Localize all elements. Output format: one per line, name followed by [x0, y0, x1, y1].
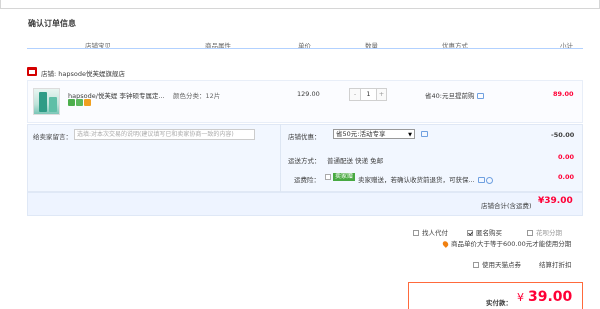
shipping-price: 0.00: [558, 153, 575, 161]
seller-message-input[interactable]: 选填:对本次交易的说明(建议填写已和卖家协商一致的内容): [74, 129, 255, 140]
anonymous-checkbox[interactable]: [467, 230, 473, 236]
order-item-row: [27, 80, 583, 123]
options-divider: [280, 124, 281, 192]
qty-plus-button[interactable]: +: [377, 89, 386, 100]
service-badge-icon[interactable]: [76, 99, 83, 106]
pay-label: 实付款：: [486, 299, 512, 307]
shop-name-link[interactable]: 店铺: hapsode悦芙媞旗舰店: [41, 68, 125, 78]
quantity-stepper: - 1 +: [349, 88, 387, 101]
insurance-description: 卖家赠送，若确认收货前退货，可获保...: [358, 174, 493, 184]
installment-option[interactable]: 花呗分期: [527, 227, 562, 237]
service-badge-icon[interactable]: [84, 99, 91, 106]
insurance-price: 0.00: [558, 173, 575, 181]
installment-checkbox[interactable]: [527, 230, 533, 236]
qty-minus-button[interactable]: -: [350, 89, 360, 100]
friend-pay-option[interactable]: 找人代付: [413, 227, 448, 237]
service-badges: [68, 99, 91, 106]
store-discount-select[interactable]: 省50元:活动专享 ▼: [333, 129, 415, 139]
chat-icon[interactable]: [477, 93, 485, 99]
points-label: 使用天猫点券: [482, 261, 521, 269]
discount-note: 省40:元旦提前购: [425, 90, 485, 100]
store-total-value: ¥39.00: [538, 196, 573, 206]
points-checkbox[interactable]: [473, 262, 479, 268]
product-thumbnail[interactable]: [33, 88, 60, 115]
store-discount-value: -50.00: [551, 131, 575, 139]
chat-icon[interactable]: [477, 177, 485, 183]
shipping-method: 普通配送 快递 免邮: [327, 157, 384, 165]
top-panel: [0, 0, 600, 9]
installment-label: 花呗分期: [536, 229, 562, 237]
installment-tip-text: 商品单价大于等于600.00元才能使用分期: [451, 240, 572, 248]
pay-currency: ¥: [517, 291, 524, 304]
store-discount-label: 店铺优惠：: [288, 133, 321, 141]
points-option[interactable]: 使用天猫点券: [473, 259, 521, 269]
service-badge-icon[interactable]: [68, 99, 75, 106]
installment-tip: 商品单价大于等于600.00元才能使用分期: [441, 238, 572, 248]
insurance-tag: 卖家赠: [333, 173, 356, 181]
store-discount-selected: 省50元:活动专享: [336, 130, 386, 138]
item-subtotal: 89.00: [553, 90, 574, 98]
shop-icon: [27, 67, 37, 76]
header-divider: [27, 48, 583, 49]
friend-pay-label: 找人代付: [422, 229, 448, 237]
insurance-text: 卖家赠送，若确认收货前退货，可获保...: [358, 176, 475, 184]
product-attribute: 颜色分类：12片: [173, 92, 221, 100]
message-label: 给卖家留言：: [33, 133, 72, 141]
qty-input[interactable]: 1: [360, 89, 377, 100]
calc-discount-button[interactable]: 结算打折扣: [539, 259, 572, 269]
pay-amount: 39.00: [528, 289, 573, 305]
insurance-checkbox[interactable]: [325, 174, 331, 180]
shipping-label: 运送方式：: [288, 157, 321, 165]
insurance-label: 运费险：: [294, 176, 320, 184]
chat-icon[interactable]: [421, 131, 428, 137]
anonymous-label: 匿名购买: [476, 229, 502, 237]
unit-price: 129.00: [297, 90, 320, 98]
section-title: 确认订单信息: [28, 19, 76, 28]
help-icon[interactable]: [485, 176, 493, 184]
friend-pay-checkbox[interactable]: [413, 230, 419, 236]
anonymous-option[interactable]: 匿名购买: [467, 227, 502, 237]
dropdown-caret-icon: ▼: [408, 132, 412, 138]
location-pin-icon: [441, 240, 450, 248]
store-total-label: 店铺合计(含运费): [481, 202, 532, 210]
discount-note-text: 省40:元旦提前购: [425, 92, 475, 100]
